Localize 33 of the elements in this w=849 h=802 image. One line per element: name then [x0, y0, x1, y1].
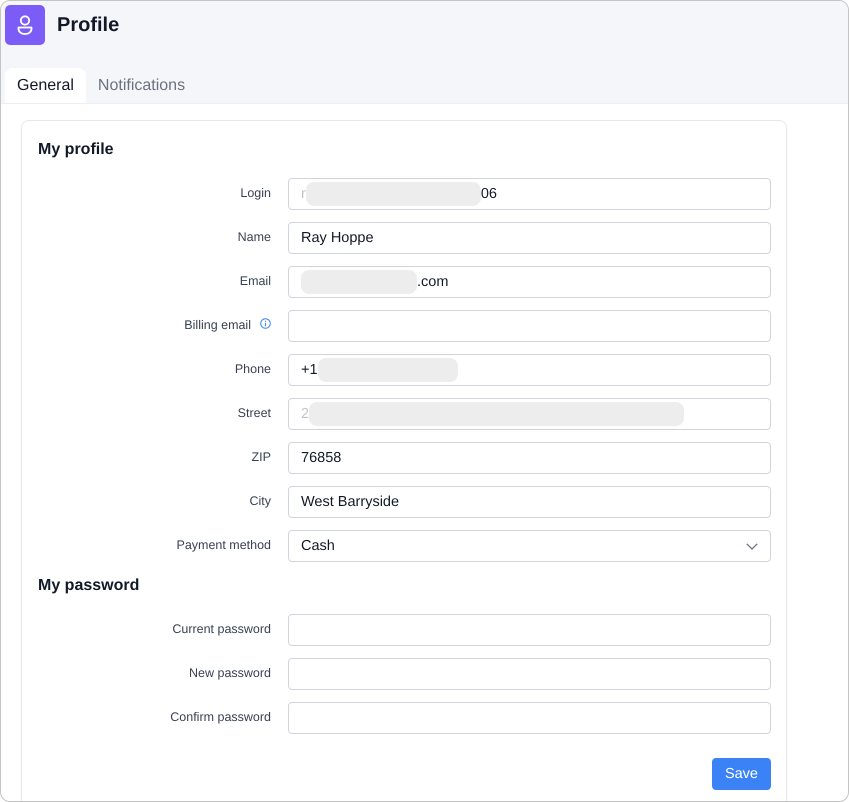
input-field[interactable]: [288, 658, 771, 690]
save-button[interactable]: Save: [712, 758, 771, 790]
tab[interactable]: General: [5, 68, 86, 103]
field-label: Login: [240, 185, 271, 201]
input-field[interactable]: Ray Hoppe: [288, 222, 771, 254]
user-icon: [5, 5, 45, 45]
field-label: Email: [240, 273, 271, 289]
field-label: Current password: [172, 621, 271, 637]
field-label: Billing email: [184, 317, 251, 333]
input-field[interactable]: West Barryside: [288, 486, 771, 518]
field-label: New password: [189, 665, 271, 681]
field-label: Name: [238, 229, 271, 245]
input-field[interactable]: r 06: [288, 178, 771, 210]
field-label: Phone: [234, 361, 271, 377]
input-field[interactable]: [288, 614, 771, 646]
info-icon[interactable]: [260, 318, 271, 329]
input-field[interactable]: .com: [288, 266, 771, 298]
field-label: ZIP: [252, 449, 271, 465]
input-field[interactable]: [288, 310, 771, 342]
section-heading: My password: [38, 576, 140, 596]
input-field[interactable]: +1: [288, 354, 771, 386]
field-label: City: [249, 493, 271, 509]
page-title: Profile: [57, 13, 120, 37]
chevron-down-icon: [746, 542, 758, 550]
select-value: Cash: [301, 538, 335, 554]
input-field[interactable]: 76858: [288, 442, 771, 474]
payment-select[interactable]: Cash: [288, 530, 771, 562]
field-label: Street: [238, 405, 271, 421]
input-field[interactable]: [288, 702, 771, 734]
field-label: Payment method: [176, 537, 271, 553]
section-heading: My profile: [38, 140, 115, 160]
field-label: Confirm password: [170, 709, 271, 725]
tab[interactable]: Notifications: [86, 68, 198, 103]
